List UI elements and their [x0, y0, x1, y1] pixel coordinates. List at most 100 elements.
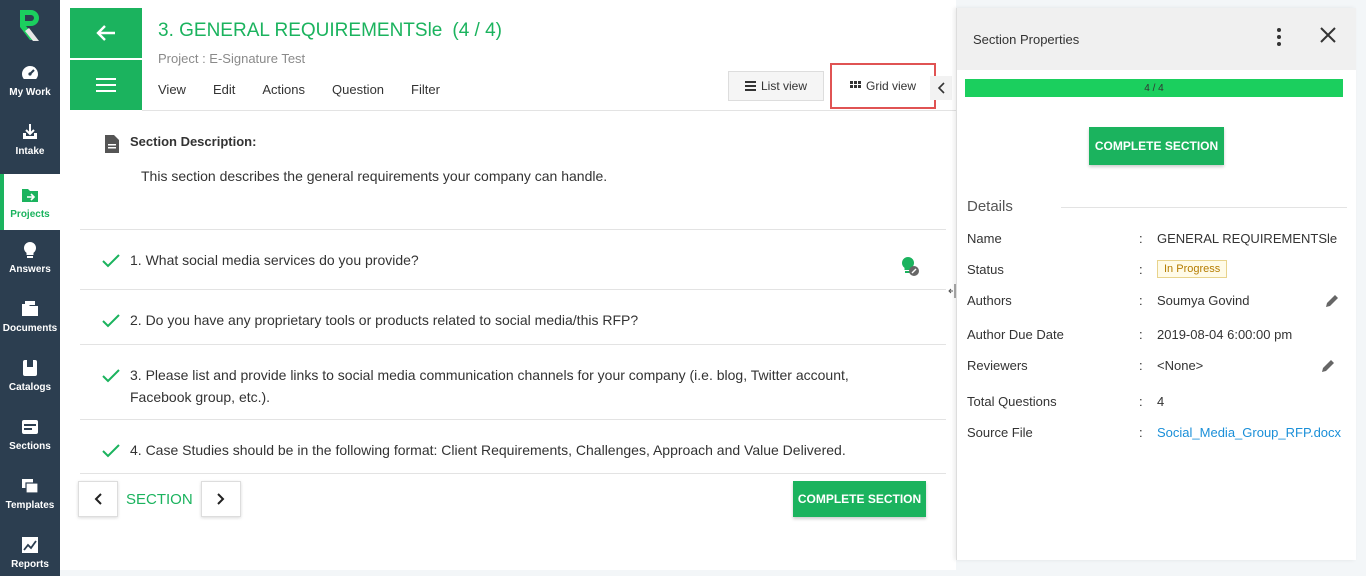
detail-separator: :: [1139, 425, 1143, 440]
source-file-link[interactable]: Social_Media_Group_RFP.docx: [1157, 425, 1347, 440]
question-text: 1. What social media services do you pro…: [130, 252, 419, 268]
grid-view-button[interactable]: Grid view: [830, 63, 937, 109]
detail-value: 2019-08-04 6:00:00 pm: [1157, 327, 1293, 342]
list-icon: [745, 81, 756, 91]
detail-value: <None>: [1157, 358, 1204, 373]
collapse-panel-button[interactable]: [930, 76, 952, 100]
menu-question[interactable]: Question: [332, 82, 384, 97]
detail-separator: :: [1139, 327, 1143, 342]
menu-edit[interactable]: Edit: [213, 82, 235, 97]
edit-authors-icon[interactable]: [1325, 294, 1339, 308]
question-row[interactable]: 1. What social media services do you pro…: [80, 229, 946, 289]
properties-complete-section-button[interactable]: COMPLETE SECTION: [1089, 127, 1224, 165]
grid-icon: [850, 81, 862, 88]
app-root: My Work Intake Projects Answers Document…: [0, 0, 1366, 576]
detail-row-authors: Authors : Soumya Govind: [967, 293, 1347, 308]
left-nav: My Work Intake Projects Answers Document…: [0, 0, 60, 576]
hamburger-icon: [96, 78, 116, 92]
question-list: 1. What social media services do you pro…: [80, 229, 946, 474]
more-vertical-icon[interactable]: [1276, 27, 1282, 47]
document-icon: [104, 134, 120, 159]
intake-icon: [23, 123, 37, 139]
detail-row-reviewers: Reviewers : <None>: [967, 358, 1347, 373]
chevron-left-icon: [94, 493, 102, 505]
view-toggle: List view Grid view: [728, 63, 937, 109]
detail-separator: :: [1139, 261, 1143, 277]
nav-item-my-work[interactable]: My Work: [0, 52, 60, 108]
question-count: (4 / 4): [452, 20, 502, 41]
progress-label: 4 / 4: [1144, 82, 1164, 94]
check-icon: [102, 314, 120, 328]
check-icon: [102, 254, 120, 268]
dashboard-icon: [22, 65, 38, 79]
section-description-label: Section Description:: [130, 134, 257, 149]
detail-value: 4: [1157, 394, 1165, 409]
detail-separator: :: [1139, 394, 1143, 409]
question-row[interactable]: 2. Do you have any proprietary tools or …: [80, 289, 946, 344]
nav-item-projects[interactable]: Projects: [0, 174, 60, 230]
project-name: Project : E-Signature Test: [158, 51, 306, 66]
nav-label: My Work: [9, 86, 51, 98]
arrow-left-icon: [96, 25, 115, 41]
nav-item-templates[interactable]: Templates: [0, 465, 60, 521]
question-row[interactable]: 3. Please list and provide links to soci…: [80, 344, 946, 419]
next-section-button[interactable]: [200, 481, 241, 517]
section-properties-panel: Section Properties 4 / 4 COMPLETE SECTIO…: [956, 8, 1356, 560]
reports-icon: [22, 536, 38, 553]
nav-item-reports[interactable]: Reports: [0, 524, 60, 576]
nav-label: Answers: [9, 263, 51, 275]
detail-value: Soumya Govind: [1157, 293, 1250, 308]
edit-reviewers-icon[interactable]: [1321, 359, 1335, 373]
app-logo[interactable]: [0, 0, 60, 52]
nav-item-documents[interactable]: Documents: [0, 288, 60, 344]
list-view-label: List view: [761, 79, 808, 93]
templates-icon: [22, 478, 39, 494]
menu-view[interactable]: View: [158, 82, 186, 97]
lightbulb-icon: [23, 241, 37, 258]
list-view-button[interactable]: List view: [728, 71, 825, 101]
detail-value: GENERAL REQUIREMENTSle: [1157, 231, 1338, 246]
status-badge: In Progress: [1157, 260, 1228, 278]
detail-row-author-due-date: Author Due Date : 2019-08-04 6:00:00 pm: [967, 327, 1347, 342]
nav-label: Projects: [10, 208, 50, 220]
close-icon[interactable]: [1320, 27, 1336, 43]
detail-key: Reviewers: [967, 358, 1028, 373]
header-divider: [142, 110, 956, 111]
nav-item-catalogs[interactable]: Catalogs: [0, 347, 60, 403]
check-icon: [102, 444, 120, 458]
complete-section-button[interactable]: COMPLETE SECTION: [793, 481, 926, 517]
detail-separator: :: [1139, 293, 1143, 308]
detail-key: Total Questions: [967, 394, 1057, 409]
detail-key: Name: [967, 231, 1002, 246]
nav-label: Templates: [5, 499, 55, 511]
detail-separator: :: [1139, 358, 1143, 373]
main-panel: 3. GENERAL REQUIREMENTSle (4 / 4) Project…: [60, 0, 956, 570]
properties-title: Section Properties: [973, 31, 1080, 47]
documents-icon: [22, 300, 38, 316]
details-divider: [1061, 207, 1347, 208]
menu-actions[interactable]: Actions: [262, 82, 305, 97]
properties-header: Section Properties: [957, 8, 1356, 70]
detail-row-status: Status : In Progress: [967, 260, 1347, 278]
nav-item-answers[interactable]: Answers: [0, 229, 60, 285]
nav-label: Documents: [2, 322, 58, 334]
detail-key: Source File: [967, 425, 1033, 440]
hamburger-button[interactable]: [70, 60, 142, 110]
prev-section-button[interactable]: [78, 481, 118, 517]
menu-filter[interactable]: Filter: [411, 82, 440, 97]
sections-icon: [22, 419, 38, 434]
grid-view-label: Grid view: [866, 79, 917, 93]
check-icon: [102, 369, 120, 383]
answer-library-icon[interactable]: [900, 256, 920, 278]
back-button[interactable]: [70, 8, 142, 58]
question-row[interactable]: 4. Case Studies should be in the followi…: [80, 419, 946, 474]
section-progress-bar: 4 / 4: [965, 79, 1343, 97]
detail-key: Status: [967, 261, 1004, 277]
nav-label: Sections: [9, 440, 51, 452]
detail-key: Authors: [967, 293, 1012, 308]
detail-separator: :: [1139, 231, 1143, 246]
page-title: 3. GENERAL REQUIREMENTSle (4 / 4): [158, 20, 502, 42]
nav-item-sections[interactable]: Sections: [0, 406, 60, 462]
nav-item-intake[interactable]: Intake: [0, 111, 60, 167]
detail-key: Author Due Date: [967, 327, 1064, 342]
